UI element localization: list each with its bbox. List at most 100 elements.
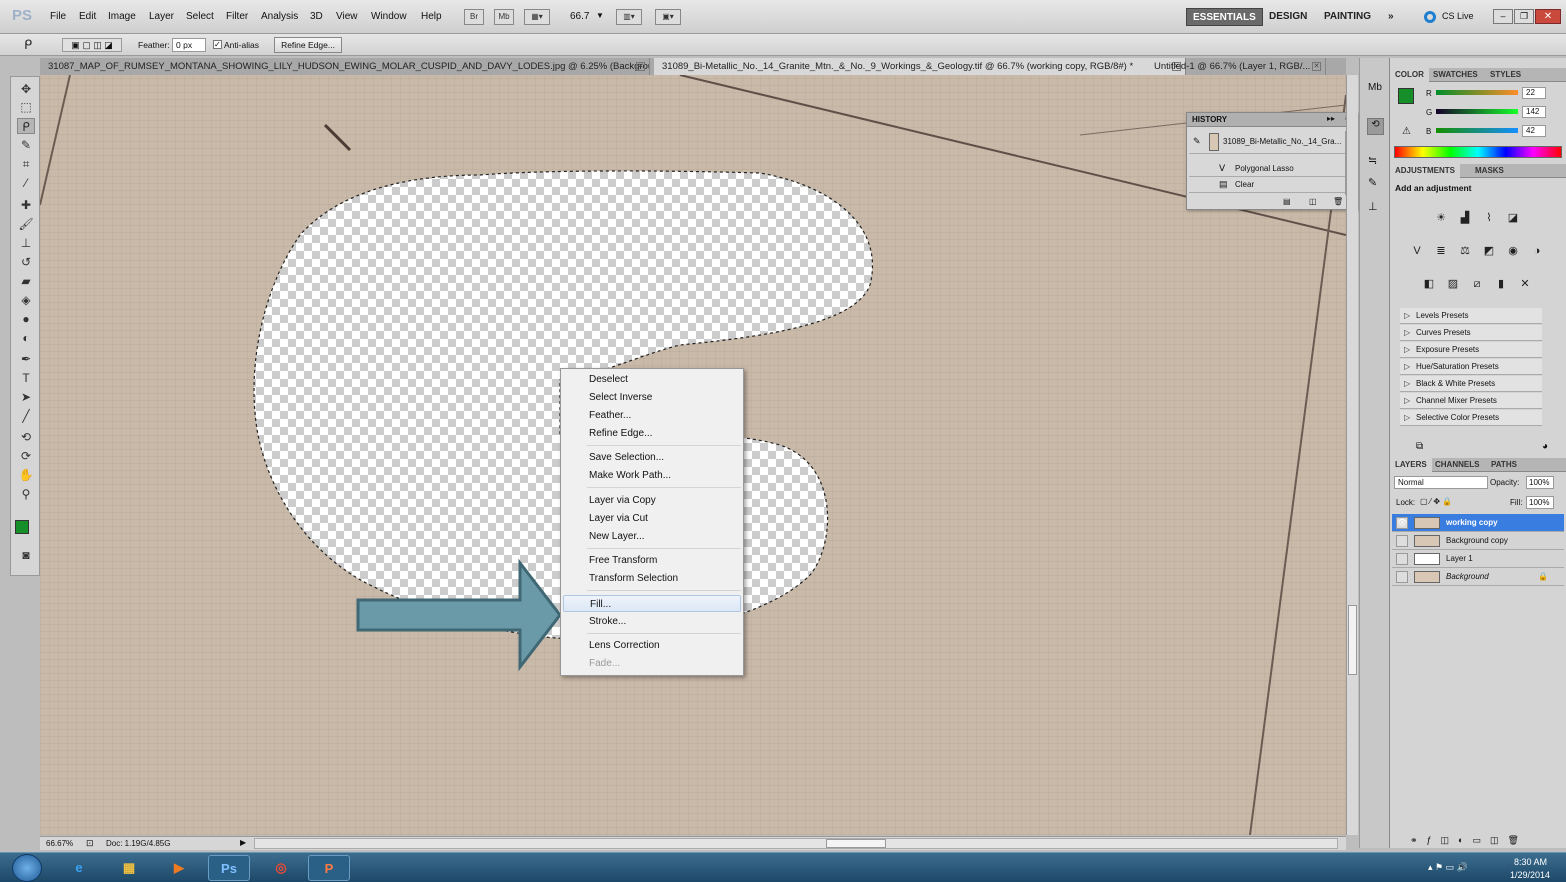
status-icon[interactable]: ⊡ <box>86 838 94 849</box>
vibrance-icon[interactable]: V <box>1408 243 1426 259</box>
levels-icon[interactable]: ▟ <box>1456 210 1474 226</box>
menu-file[interactable]: File <box>50 11 66 22</box>
blue-value[interactable]: 42 <box>1522 125 1546 137</box>
selective-color-icon[interactable]: ✕ <box>1516 276 1534 292</box>
color-balance-icon[interactable]: ⚖ <box>1456 243 1474 259</box>
black-white-icon[interactable]: ◩ <box>1480 243 1498 259</box>
fill-input[interactable]: 100% <box>1526 496 1554 509</box>
green-value[interactable]: 142 <box>1522 106 1546 118</box>
photoshop-taskbar-icon[interactable]: Ps <box>208 855 250 881</box>
layer-background-copy[interactable]: Background copy <box>1392 532 1564 550</box>
new-document-from-state-icon[interactable]: ▤ <box>1283 197 1291 206</box>
eye-icon[interactable] <box>1396 571 1408 583</box>
clock-date[interactable]: 1/29/2014 <box>1510 870 1550 880</box>
eyedropper-tool-icon[interactable]: ⁄ <box>17 175 35 191</box>
menu-layer-via-copy[interactable]: Layer via Copy <box>563 492 741 509</box>
crop-tool-icon[interactable]: ⌗ <box>17 156 35 172</box>
photo-filter-icon[interactable]: ◉ <box>1504 243 1522 259</box>
channel-mixer-icon[interactable]: ◑ <box>1528 243 1546 259</box>
internet-explorer-icon[interactable]: e <box>58 855 100 881</box>
marquee-tool-icon[interactable]: ⬚ <box>17 99 35 115</box>
quick-mask-icon[interactable]: ◙ <box>17 547 35 563</box>
panel-collapse-icon[interactable]: ▸▸ <box>1327 114 1335 123</box>
status-zoom[interactable]: 66.67% <box>46 839 73 848</box>
actions-icon[interactable]: ≒ <box>1368 154 1377 167</box>
clone-source-icon[interactable]: ⊥ <box>1368 200 1378 213</box>
tab-swatches[interactable]: SWATCHES <box>1428 68 1483 82</box>
horizontal-scroll-thumb[interactable] <box>826 839 886 848</box>
history-snapshot[interactable]: ✎ 31089_Bi-Metallic_No._14_Gra... <box>1189 130 1345 154</box>
workspace-design[interactable]: DESIGN <box>1263 8 1313 26</box>
close-tab-icon[interactable]: ✕ <box>636 62 645 71</box>
close-button[interactable]: ✕ <box>1535 9 1561 24</box>
tab-paths[interactable]: PATHS <box>1486 458 1522 472</box>
view-extras-button[interactable]: ▦▾ <box>524 9 550 25</box>
new-snapshot-icon[interactable]: ◫ <box>1309 197 1317 206</box>
vertical-scrollbar[interactable] <box>1346 75 1358 835</box>
red-value[interactable]: 22 <box>1522 87 1546 99</box>
3d-orbit-tool-icon[interactable]: ⟳ <box>17 448 35 464</box>
red-slider[interactable] <box>1436 90 1518 95</box>
media-player-icon[interactable]: ▶ <box>158 855 200 881</box>
blur-tool-icon[interactable]: ● <box>17 311 35 327</box>
menu-filter[interactable]: Filter <box>226 11 248 22</box>
start-button[interactable] <box>12 854 42 882</box>
selection-mode-buttons[interactable]: ▣ ▢ ◫ ◪ <box>62 38 122 52</box>
menu-free-transform[interactable]: Free Transform <box>563 552 741 569</box>
preset-levels[interactable]: Levels Presets <box>1400 308 1542 324</box>
clone-stamp-tool-icon[interactable]: ⊥ <box>17 235 35 251</box>
menu-analysis[interactable]: Analysis <box>261 11 298 22</box>
3d-rotate-tool-icon[interactable]: ⟲ <box>17 429 35 445</box>
doc-tab-untitled[interactable]: Untitled-1 @ 66.7% (Layer 1, RGB/... ✕ <box>1146 58 1326 75</box>
zoom-tool-icon[interactable]: ⚲ <box>17 486 35 502</box>
anti-alias-checkbox[interactable]: ✓ <box>213 40 222 49</box>
menu-select[interactable]: Select <box>186 11 214 22</box>
minimize-button[interactable]: – <box>1493 9 1513 24</box>
lock-icons[interactable]: ▢ ⁄ ✥ 🔒 <box>1420 497 1452 506</box>
tab-masks[interactable]: MASKS <box>1470 164 1509 178</box>
threshold-icon[interactable]: ⧄ <box>1468 276 1486 292</box>
move-tool-icon[interactable]: ✥ <box>17 81 35 97</box>
arrange-documents-button[interactable]: ▥▾ <box>616 9 642 25</box>
tab-layers[interactable]: LAYERS <box>1390 458 1432 472</box>
menu-feather[interactable]: Feather... <box>563 407 741 424</box>
history-item-clear[interactable]: ▤ Clear <box>1189 177 1345 193</box>
preset-channel-mixer[interactable]: Channel Mixer Presets <box>1400 393 1542 409</box>
workspace-painting[interactable]: PAINTING <box>1318 8 1377 26</box>
eye-icon[interactable] <box>1396 535 1408 547</box>
history-brush-tool-icon[interactable]: ↺ <box>17 254 35 270</box>
brush-tool-icon[interactable]: 🖌 <box>17 216 35 232</box>
mini-bridge-icon[interactable]: Mb <box>1368 82 1382 93</box>
doc-tab-map-rumsey[interactable]: 31087_MAP_OF_RUMSEY_MONTANA_SHOWING_LILY… <box>40 58 650 75</box>
vertical-scroll-thumb[interactable] <box>1348 605 1357 675</box>
chrome-icon[interactable]: ◎ <box>260 855 302 881</box>
clock-time[interactable]: 8:30 AM <box>1514 857 1547 867</box>
curves-icon[interactable]: ⌇ <box>1480 210 1498 226</box>
foreground-color-swatch[interactable] <box>15 520 29 534</box>
blend-mode-select[interactable]: Normal <box>1394 476 1488 489</box>
quick-selection-tool-icon[interactable]: ✎ <box>17 137 35 153</box>
paint-bucket-tool-icon[interactable]: ◈ <box>17 292 35 308</box>
tab-channels[interactable]: CHANNELS <box>1430 458 1484 472</box>
color-foreground-swatch[interactable] <box>1398 88 1414 104</box>
gamut-warning-icon[interactable]: ⚠ <box>1402 126 1411 137</box>
menu-make-work-path[interactable]: Make Work Path... <box>563 467 741 484</box>
powerpoint-icon[interactable]: P <box>308 855 350 881</box>
path-selection-tool-icon[interactable]: ➤ <box>17 389 35 405</box>
menu-save-selection[interactable]: Save Selection... <box>563 449 741 466</box>
brush-presets-icon[interactable]: ✎ <box>1368 176 1377 189</box>
menu-layer-via-cut[interactable]: Layer via Cut <box>563 510 741 527</box>
menu-new-layer[interactable]: New Layer... <box>563 528 741 545</box>
menu-lens-correction[interactable]: Lens Correction <box>563 637 741 654</box>
preset-black-white[interactable]: Black & White Presets <box>1400 376 1542 392</box>
eye-icon[interactable] <box>1396 553 1408 565</box>
lasso-tool-icon[interactable]: ᑭ <box>17 118 35 134</box>
opacity-input[interactable]: 100% <box>1526 476 1554 489</box>
posterize-icon[interactable]: ▨ <box>1444 276 1462 292</box>
zoom-level[interactable]: 66.7 <box>570 11 589 22</box>
refine-edge-button[interactable]: Refine Edge... <box>274 37 342 53</box>
tab-styles[interactable]: STYLES <box>1485 68 1526 82</box>
menu-stroke[interactable]: Stroke... <box>563 613 741 630</box>
menu-refine-edge[interactable]: Refine Edge... <box>563 425 741 442</box>
history-panel-icon[interactable]: ⟲ <box>1367 118 1384 135</box>
